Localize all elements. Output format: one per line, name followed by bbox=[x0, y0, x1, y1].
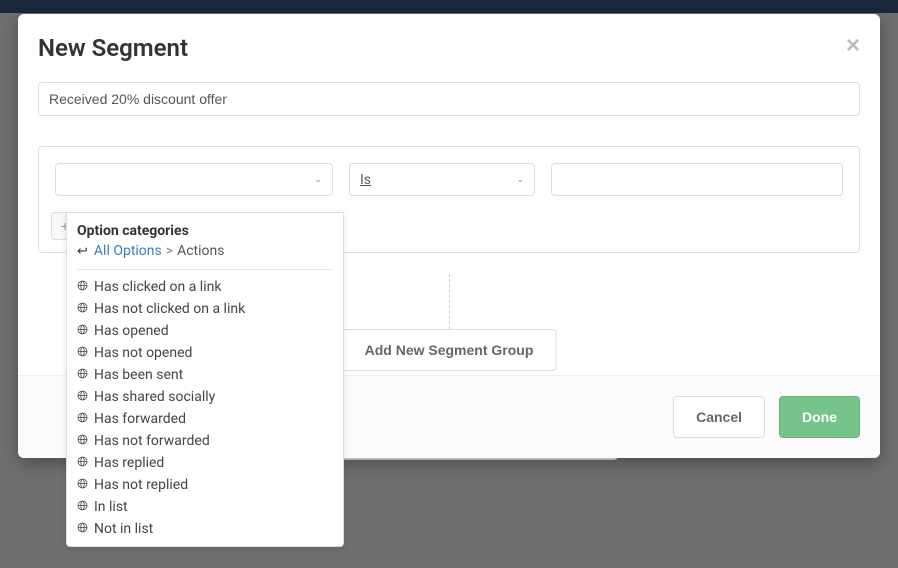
dropdown-item[interactable]: Has not forwarded bbox=[67, 430, 343, 452]
globe-icon bbox=[77, 433, 88, 449]
dropdown-list: Has clicked on a link Has not clicked on … bbox=[67, 270, 343, 546]
dropdown-item-label: Has not clicked on a link bbox=[94, 301, 245, 317]
close-button[interactable]: × bbox=[846, 34, 860, 58]
breadcrumb-separator: > bbox=[166, 243, 173, 259]
dropdown-item[interactable]: Has replied bbox=[67, 452, 343, 474]
field-select[interactable]: ⌄ bbox=[55, 163, 333, 196]
add-segment-group-button[interactable]: Add New Segment Group bbox=[342, 329, 557, 371]
globe-icon bbox=[77, 521, 88, 537]
field-select-dropdown: Option categories ↩ All Options > Action… bbox=[66, 212, 344, 547]
globe-icon bbox=[77, 477, 88, 493]
dropdown-item[interactable]: Has opened bbox=[67, 320, 343, 342]
dropdown-item[interactable]: Has not clicked on a link bbox=[67, 298, 343, 320]
back-arrow-icon[interactable]: ↩ bbox=[77, 244, 88, 259]
dropdown-item[interactable]: Has forwarded bbox=[67, 408, 343, 430]
dropdown-item[interactable]: Has clicked on a link bbox=[67, 276, 343, 298]
segment-name-input[interactable] bbox=[38, 82, 860, 116]
dropdown-item-label: Has opened bbox=[94, 323, 169, 339]
dropdown-item-label: Has not opened bbox=[94, 345, 192, 361]
dropdown-item[interactable]: Has shared socially bbox=[67, 386, 343, 408]
dropdown-item-label: Has not replied bbox=[94, 477, 188, 493]
globe-icon bbox=[77, 301, 88, 317]
dropdown-item[interactable]: Has been sent bbox=[67, 364, 343, 386]
globe-icon bbox=[77, 499, 88, 515]
chevron-down-icon: ⌄ bbox=[314, 175, 322, 185]
dropdown-item-label: In list bbox=[94, 499, 128, 515]
chevron-down-icon: ⌄ bbox=[516, 175, 524, 185]
dropdown-breadcrumb: ↩ All Options > Actions bbox=[77, 243, 333, 270]
close-icon: × bbox=[846, 32, 860, 59]
done-button[interactable]: Done bbox=[779, 396, 860, 438]
dropdown-item[interactable]: Has not replied bbox=[67, 474, 343, 496]
globe-icon bbox=[77, 323, 88, 339]
dropdown-item-label: Has shared socially bbox=[94, 389, 215, 405]
dropdown-item-label: Has been sent bbox=[94, 367, 183, 383]
app-top-bar bbox=[0, 0, 898, 13]
globe-icon bbox=[77, 279, 88, 295]
connector-line bbox=[449, 274, 450, 329]
dropdown-item-label: Has clicked on a link bbox=[94, 279, 221, 295]
globe-icon bbox=[77, 389, 88, 405]
dropdown-item-label: Has not forwarded bbox=[94, 433, 210, 449]
operator-value: Is bbox=[360, 172, 371, 188]
breadcrumb-current: Actions bbox=[177, 243, 224, 259]
globe-icon bbox=[77, 411, 88, 427]
dropdown-item-label: Has forwarded bbox=[94, 411, 186, 427]
dropdown-item[interactable]: Not in list bbox=[67, 518, 343, 540]
operator-select[interactable]: Is ⌄ bbox=[349, 163, 535, 196]
globe-icon bbox=[77, 345, 88, 361]
dropdown-header: Option categories ↩ All Options > Action… bbox=[67, 213, 343, 270]
modal-title: New Segment bbox=[38, 34, 188, 62]
cancel-button[interactable]: Cancel bbox=[673, 396, 765, 438]
value-select[interactable] bbox=[551, 163, 843, 196]
dropdown-item-label: Has replied bbox=[94, 455, 164, 471]
dropdown-category-title: Option categories bbox=[77, 223, 333, 239]
modal-header: New Segment × bbox=[18, 14, 880, 72]
dropdown-item-label: Not in list bbox=[94, 521, 153, 537]
dropdown-item[interactable]: Has not opened bbox=[67, 342, 343, 364]
dropdown-item[interactable]: In list bbox=[67, 496, 343, 518]
globe-icon bbox=[77, 455, 88, 471]
globe-icon bbox=[77, 367, 88, 383]
breadcrumb-all-options[interactable]: All Options bbox=[94, 243, 162, 259]
condition-row: ⌄ Is ⌄ bbox=[39, 147, 859, 212]
